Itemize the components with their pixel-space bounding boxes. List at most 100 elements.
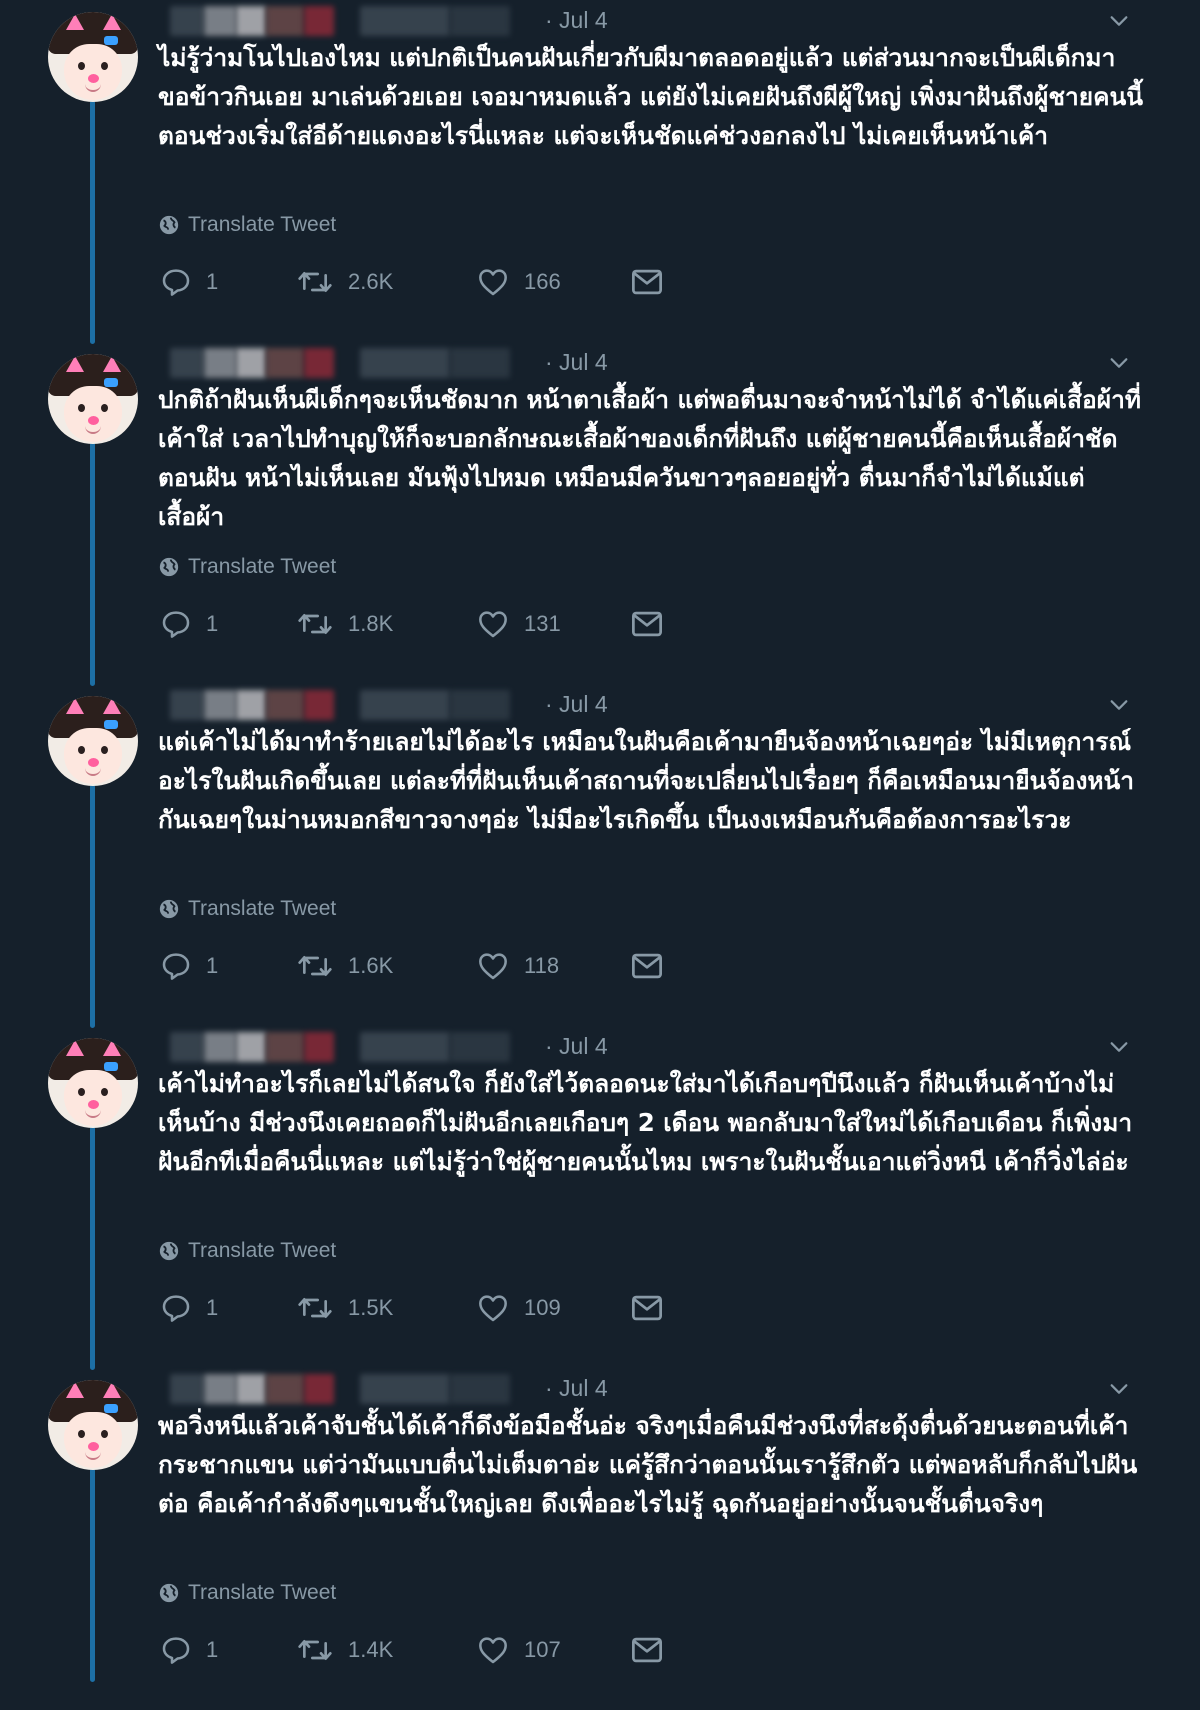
retweet-button[interactable]: 2.6K	[296, 262, 393, 302]
tweet[interactable]: · Jul 4 เค้าไม่ทำอะไรก็เลยไม่ได้สนใจ ก็ย…	[0, 1026, 1200, 1368]
avatar[interactable]	[48, 696, 138, 786]
like-count: 131	[524, 611, 561, 636]
retweet-button[interactable]: 1.5K	[296, 1288, 393, 1328]
redacted-username[interactable]	[170, 690, 545, 720]
tweet-date[interactable]: · Jul 4	[545, 349, 608, 376]
redacted-username[interactable]	[170, 1032, 545, 1062]
dm-icon	[632, 953, 662, 979]
translate-tweet-label[interactable]: Translate Tweet	[188, 213, 336, 237]
redacted-username[interactable]	[170, 6, 545, 36]
tweet-text: พอวิ่งหนีแล้วเค้าจับชั้นได้เค้าก็ดึงข้อม…	[158, 1411, 1138, 1518]
like-icon	[479, 953, 507, 980]
translate-tweet-link[interactable]: Translate Tweet	[158, 554, 336, 580]
tweet-actions: 1 1.6K 118	[160, 946, 680, 986]
reply-icon	[162, 1637, 190, 1664]
retweet-button[interactable]: 1.6K	[296, 946, 393, 986]
translate-tweet-link[interactable]: Translate Tweet	[158, 1580, 336, 1606]
like-icon	[479, 1637, 507, 1664]
like-count: 109	[524, 1295, 561, 1320]
tweet-date[interactable]: · Jul 4	[545, 691, 608, 718]
tweet[interactable]: · Jul 4 แต่เค้าไม่ได้มาทำร้ายเลยไม่ได้อะ…	[0, 684, 1200, 1026]
reply-icon	[162, 269, 190, 296]
translate-tweet-label[interactable]: Translate Tweet	[188, 897, 336, 921]
tweet[interactable]: · Jul 4 พอวิ่งหนีแล้วเค้าจับชั้นได้เค้าก…	[0, 1368, 1200, 1710]
retweet-icon	[298, 956, 332, 976]
direct-message-button[interactable]	[630, 946, 664, 986]
tweet-date[interactable]: · Jul 4	[545, 7, 608, 34]
globe-icon	[159, 557, 179, 577]
avatar[interactable]	[48, 1380, 138, 1470]
avatar[interactable]	[48, 12, 138, 102]
retweet-count: 2.6K	[348, 269, 394, 294]
translate-tweet-link[interactable]: Translate Tweet	[158, 1238, 336, 1264]
direct-message-button[interactable]	[630, 262, 664, 302]
like-count: 107	[524, 1637, 561, 1662]
like-icon	[479, 611, 507, 638]
tweet-date[interactable]: · Jul 4	[545, 1375, 608, 1402]
tweet-actions: 1 2.6K 166	[160, 262, 680, 302]
redacted-username[interactable]	[170, 348, 545, 378]
like-button[interactable]: 131	[476, 604, 561, 644]
retweet-count: 1.6K	[348, 953, 394, 978]
reply-count: 1	[206, 269, 219, 294]
translate-tweet-label[interactable]: Translate Tweet	[188, 1239, 336, 1263]
like-count: 118	[524, 953, 560, 978]
reply-button[interactable]: 1	[160, 1630, 218, 1670]
retweet-count: 1.4K	[348, 1637, 394, 1662]
direct-message-button[interactable]	[630, 604, 664, 644]
reply-icon	[162, 611, 190, 638]
like-button[interactable]: 166	[476, 262, 561, 302]
chevron-down-icon[interactable]	[1108, 1378, 1130, 1400]
retweet-count: 1.5K	[348, 1295, 394, 1320]
tweet-text: ปกติถ้าฝันเห็นผีเด็กๆจะเห็นชัดมาก หน้าตา…	[158, 385, 1141, 531]
tweet[interactable]: · Jul 4 ปกติถ้าฝันเห็นผีเด็กๆจะเห็นชัดมา…	[0, 342, 1200, 684]
reply-count: 1	[206, 1637, 219, 1662]
chevron-down-icon[interactable]	[1108, 1036, 1130, 1058]
reply-count: 1	[206, 953, 219, 978]
retweet-icon	[298, 272, 332, 292]
like-count: 166	[524, 269, 561, 294]
tweet-actions: 1 1.5K 109	[160, 1288, 680, 1328]
like-button[interactable]: 107	[476, 1630, 561, 1670]
like-button[interactable]: 118	[476, 946, 559, 986]
like-button[interactable]: 109	[476, 1288, 561, 1328]
translate-tweet-link[interactable]: Translate Tweet	[158, 212, 336, 238]
translate-tweet-link[interactable]: Translate Tweet	[158, 896, 336, 922]
globe-icon	[159, 1583, 179, 1603]
globe-icon	[159, 215, 179, 235]
direct-message-button[interactable]	[630, 1288, 664, 1328]
tweet-actions: 1 1.4K 107	[160, 1630, 680, 1670]
like-icon	[479, 269, 507, 296]
translate-tweet-label[interactable]: Translate Tweet	[188, 555, 336, 579]
tweet-date[interactable]: · Jul 4	[545, 1033, 608, 1060]
chevron-down-icon[interactable]	[1108, 694, 1130, 716]
avatar[interactable]	[48, 1038, 138, 1128]
tweet-text: แต่เค้าไม่ได้มาทำร้ายเลยไม่ได้อะไร เหมือ…	[158, 727, 1135, 834]
reply-button[interactable]: 1	[160, 946, 218, 986]
avatar[interactable]	[48, 354, 138, 444]
reply-icon	[162, 953, 190, 980]
dm-icon	[632, 611, 662, 637]
reply-count: 1	[206, 1295, 219, 1320]
tweet-text: เค้าไม่ทำอะไรก็เลยไม่ได้สนใจ ก็ยังใส่ไว้…	[158, 1069, 1133, 1176]
retweet-count: 1.8K	[348, 611, 394, 636]
tweet-text: ไม่รู้ว่ามโนไปเองไหม แต่ปกติเป็นคนฝันเกี…	[158, 43, 1143, 150]
reply-button[interactable]: 1	[160, 604, 218, 644]
tweet-actions: 1 1.8K 131	[160, 604, 680, 644]
retweet-button[interactable]: 1.4K	[296, 1630, 393, 1670]
reply-button[interactable]: 1	[160, 262, 218, 302]
retweet-icon	[298, 1640, 332, 1660]
globe-icon	[159, 1241, 179, 1261]
tweet[interactable]: · Jul 4 ไม่รู้ว่ามโนไปเองไหม แต่ปกติเป็น…	[0, 0, 1200, 342]
retweet-icon	[298, 1298, 332, 1318]
dm-icon	[632, 1295, 662, 1321]
chevron-down-icon[interactable]	[1108, 352, 1130, 374]
translate-tweet-label[interactable]: Translate Tweet	[188, 1581, 336, 1605]
chevron-down-icon[interactable]	[1108, 10, 1130, 32]
retweet-button[interactable]: 1.8K	[296, 604, 393, 644]
direct-message-button[interactable]	[630, 1630, 664, 1670]
redacted-username[interactable]	[170, 1374, 545, 1404]
globe-icon	[159, 899, 179, 919]
retweet-icon	[298, 614, 332, 634]
reply-button[interactable]: 1	[160, 1288, 218, 1328]
